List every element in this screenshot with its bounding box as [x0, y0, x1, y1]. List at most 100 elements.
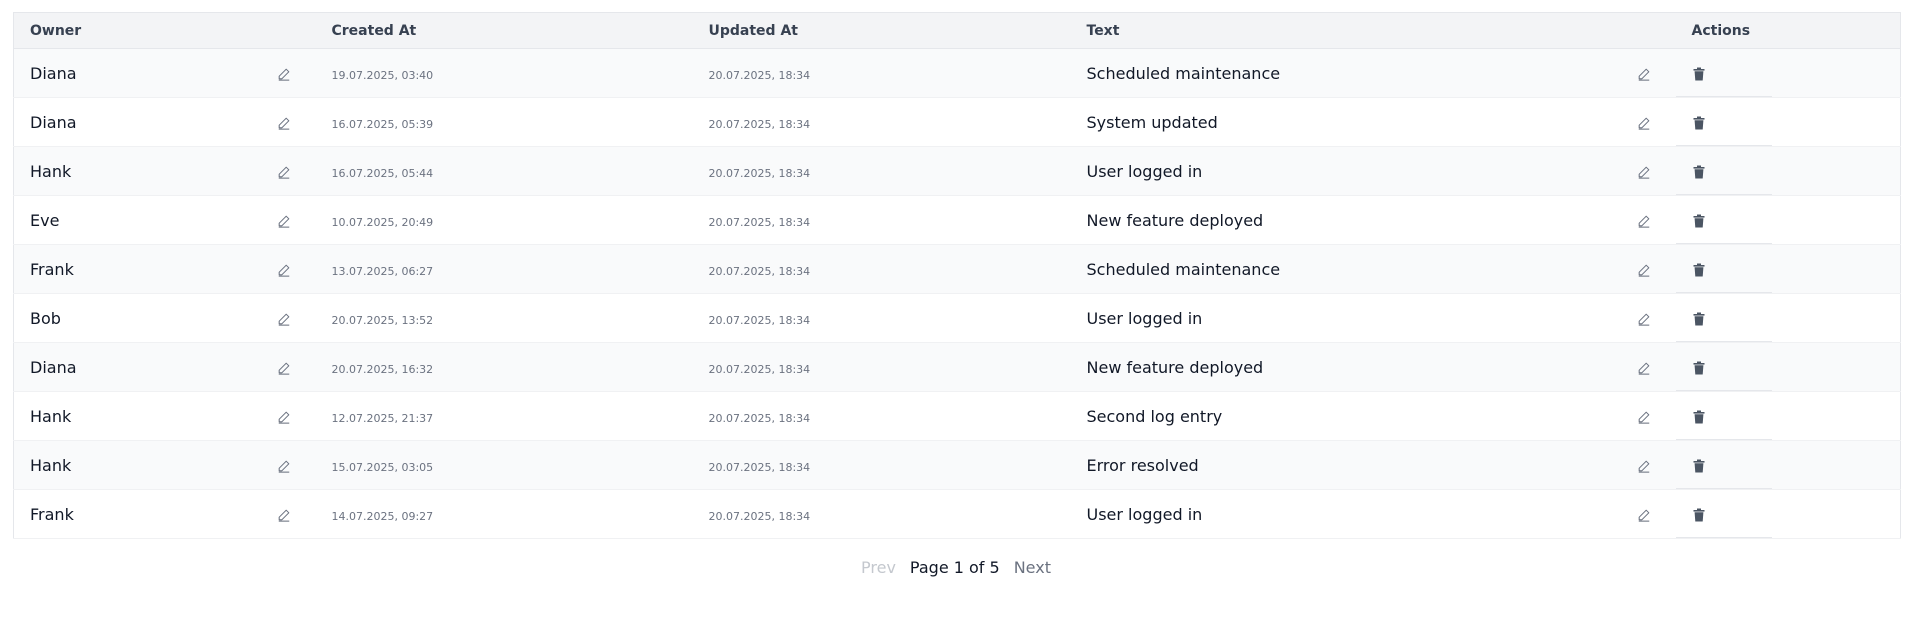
owner-name: Diana [30, 357, 77, 377]
owner-name: Frank [30, 259, 74, 279]
page-indicator: Page 1 of 5 [909, 558, 1000, 577]
created-at-cell: 14.07.2025, 09:27 [315, 489, 693, 539]
owner-cell: Hank [13, 440, 316, 490]
created-at-cell: 10.07.2025, 20:49 [315, 195, 693, 245]
edit-owner-pencil-icon[interactable] [277, 311, 291, 326]
edit-owner-pencil-icon[interactable] [277, 458, 291, 473]
actions-cell [1675, 97, 1901, 147]
log-table: Owner Created At Updated At Text Actions… [13, 12, 1901, 539]
delete-trash-icon[interactable] [1693, 507, 1705, 521]
edit-text-pencil-icon[interactable] [1637, 311, 1651, 326]
delete-trash-icon[interactable] [1693, 360, 1705, 374]
created-at-cell: 20.07.2025, 16:32 [315, 342, 693, 392]
edit-text-pencil-icon[interactable] [1637, 458, 1651, 473]
delete-trash-icon[interactable] [1693, 164, 1705, 178]
edit-text-pencil-icon[interactable] [1637, 66, 1651, 81]
owner-cell: Hank [13, 146, 316, 196]
next-page-button[interactable]: Next [1014, 558, 1051, 577]
delete-trash-icon[interactable] [1693, 458, 1705, 472]
table-row: Diana 19.07.2025, 03:40 20.07.2025, 18:3… [13, 48, 1901, 98]
updated-at-cell: 20.07.2025, 18:34 [692, 97, 1071, 147]
text-cell: User logged in [1070, 146, 1676, 196]
edit-owner-pencil-icon[interactable] [277, 507, 291, 522]
edit-text-pencil-icon[interactable] [1637, 213, 1651, 228]
created-at-value: 16.07.2025, 05:44 [331, 166, 434, 180]
edit-text-pencil-icon[interactable] [1637, 115, 1651, 130]
edit-owner-pencil-icon[interactable] [277, 164, 291, 179]
text-cell: System updated [1070, 97, 1676, 147]
table-body: Diana 19.07.2025, 03:40 20.07.2025, 18:3… [13, 48, 1901, 539]
log-text: System updated [1086, 112, 1218, 132]
text-cell: Second log entry [1070, 391, 1676, 441]
updated-at-cell: 20.07.2025, 18:34 [692, 489, 1071, 539]
actions-cell [1675, 48, 1901, 98]
owner-name: Diana [30, 63, 77, 83]
table-row: Hank 15.07.2025, 03:05 20.07.2025, 18:34… [13, 440, 1901, 490]
updated-at-value: 20.07.2025, 18:34 [708, 215, 811, 229]
edit-owner-pencil-icon[interactable] [277, 360, 291, 375]
table-row: Frank 14.07.2025, 09:27 20.07.2025, 18:3… [13, 489, 1901, 539]
table-row: Eve 10.07.2025, 20:49 20.07.2025, 18:34 … [13, 195, 1901, 245]
created-at-value: 14.07.2025, 09:27 [331, 509, 434, 523]
owner-cell: Hank [13, 391, 316, 441]
table-row: Bob 20.07.2025, 13:52 20.07.2025, 18:34 … [13, 293, 1901, 343]
owner-name: Eve [30, 210, 60, 230]
updated-at-cell: 20.07.2025, 18:34 [692, 244, 1071, 294]
created-at-value: 20.07.2025, 16:32 [331, 362, 434, 376]
owner-name: Hank [30, 406, 72, 426]
edit-text-pencil-icon[interactable] [1637, 507, 1651, 522]
log-text: User logged in [1086, 308, 1203, 328]
created-at-cell: 16.07.2025, 05:44 [315, 146, 693, 196]
owner-name: Hank [30, 161, 72, 181]
edit-text-pencil-icon[interactable] [1637, 360, 1651, 375]
created-at-cell: 15.07.2025, 03:05 [315, 440, 693, 490]
column-header-owner[interactable]: Owner [13, 12, 316, 49]
delete-trash-icon[interactable] [1693, 115, 1705, 129]
edit-text-pencil-icon[interactable] [1637, 409, 1651, 424]
updated-at-value: 20.07.2025, 18:34 [708, 313, 811, 327]
delete-trash-icon[interactable] [1693, 262, 1705, 276]
owner-cell: Bob [13, 293, 316, 343]
edit-owner-pencil-icon[interactable] [277, 115, 291, 130]
edit-owner-pencil-icon[interactable] [277, 213, 291, 228]
column-header-actions: Actions [1675, 12, 1901, 49]
delete-trash-icon[interactable] [1693, 66, 1705, 80]
prev-page-button[interactable]: Prev [861, 558, 896, 577]
log-text: User logged in [1086, 161, 1203, 181]
log-text: Error resolved [1086, 455, 1199, 475]
created-at-value: 16.07.2025, 05:39 [331, 117, 434, 131]
updated-at-value: 20.07.2025, 18:34 [708, 68, 811, 82]
owner-cell: Eve [13, 195, 316, 245]
updated-at-value: 20.07.2025, 18:34 [708, 509, 811, 523]
actions-cell [1675, 146, 1901, 196]
updated-at-cell: 20.07.2025, 18:34 [692, 293, 1071, 343]
updated-at-value: 20.07.2025, 18:34 [708, 411, 811, 425]
edit-text-pencil-icon[interactable] [1637, 262, 1651, 277]
edit-text-pencil-icon[interactable] [1637, 164, 1651, 179]
actions-cell [1675, 244, 1901, 294]
edit-owner-pencil-icon[interactable] [277, 409, 291, 424]
text-cell: Error resolved [1070, 440, 1676, 490]
text-cell: User logged in [1070, 293, 1676, 343]
delete-trash-icon[interactable] [1693, 311, 1705, 325]
owner-cell: Frank [13, 489, 316, 539]
edit-owner-pencil-icon[interactable] [277, 66, 291, 81]
created-at-value: 20.07.2025, 13:52 [331, 313, 434, 327]
log-text: Scheduled maintenance [1086, 259, 1281, 279]
column-header-text[interactable]: Text [1070, 12, 1676, 49]
created-at-value: 12.07.2025, 21:37 [331, 411, 434, 425]
owner-name: Hank [30, 455, 72, 475]
table-header-row: Owner Created At Updated At Text Actions [13, 12, 1901, 49]
delete-trash-icon[interactable] [1693, 409, 1705, 423]
owner-cell: Diana [13, 342, 316, 392]
column-header-updated-at[interactable]: Updated At [692, 12, 1071, 49]
table-row: Hank 16.07.2025, 05:44 20.07.2025, 18:34… [13, 146, 1901, 196]
updated-at-cell: 20.07.2025, 18:34 [692, 440, 1071, 490]
edit-owner-pencil-icon[interactable] [277, 262, 291, 277]
delete-trash-icon[interactable] [1693, 213, 1705, 227]
column-header-created-at[interactable]: Created At [315, 12, 693, 49]
created-at-value: 15.07.2025, 03:05 [331, 460, 434, 474]
updated-at-value: 20.07.2025, 18:34 [708, 362, 811, 376]
table-row: Hank 12.07.2025, 21:37 20.07.2025, 18:34… [13, 391, 1901, 441]
actions-cell [1675, 489, 1901, 539]
